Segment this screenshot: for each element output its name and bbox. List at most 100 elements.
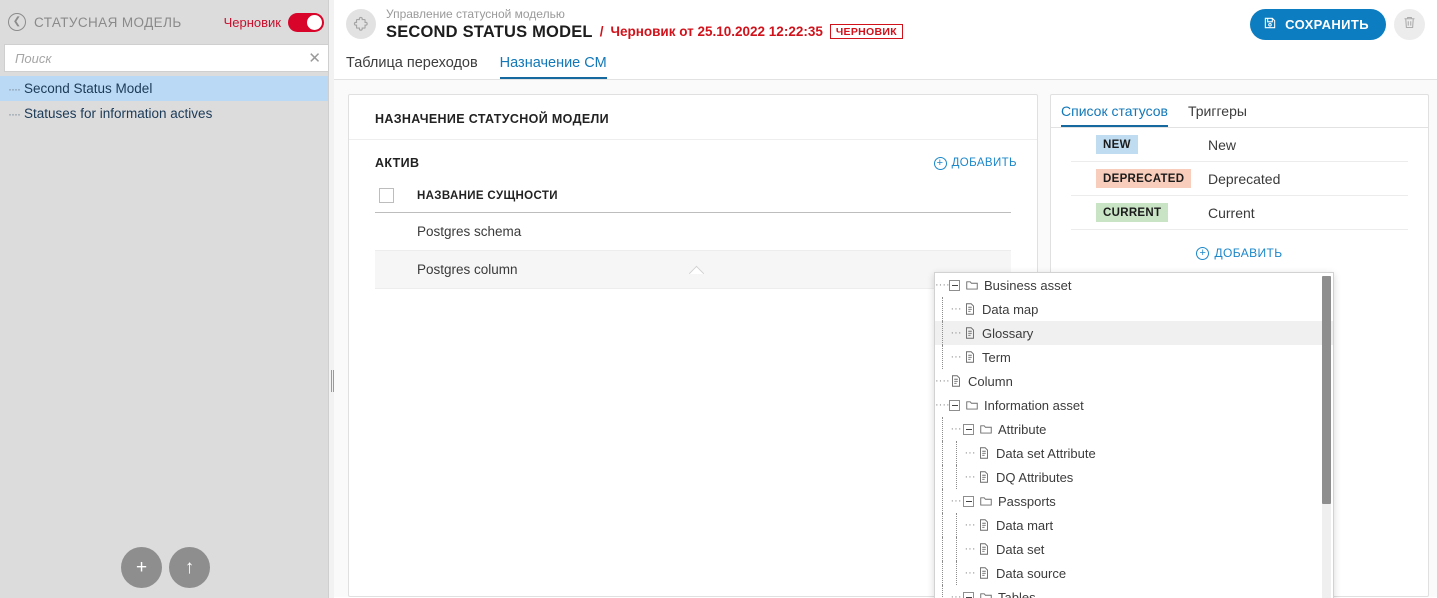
tree-connector: ··· xyxy=(949,352,963,363)
document-icon xyxy=(963,326,977,340)
tree-connector: ··· xyxy=(949,424,963,435)
document-icon xyxy=(977,446,991,460)
tree-scrollbar[interactable] xyxy=(1322,276,1331,598)
tree-node-label: Data set Attribute xyxy=(996,446,1096,461)
folder-icon xyxy=(979,422,993,436)
tree-node[interactable]: ··· Passports xyxy=(935,489,1333,513)
page-title-main: SECOND STATUS MODEL xyxy=(386,22,593,42)
folder-icon xyxy=(979,494,993,508)
sidebar-title: СТАТУСНАЯ МОДЕЛЬ xyxy=(34,15,182,30)
collapse-toggle-icon[interactable] xyxy=(949,280,960,291)
list-item-label: Statuses for information actives xyxy=(24,106,212,121)
save-button[interactable]: СОХРАНИТЬ xyxy=(1250,9,1386,40)
select-all-checkbox[interactable] xyxy=(379,188,394,203)
plus-icon[interactable]: + xyxy=(121,547,162,588)
collapse-toggle-icon[interactable] xyxy=(963,592,974,598)
tree-node[interactable]: ···Data set Attribute xyxy=(935,441,1333,465)
tree-node[interactable]: ····Column xyxy=(935,369,1333,393)
tree-node[interactable]: ···Glossary xyxy=(935,321,1333,345)
statuses-card-tabs: Список статусов Триггеры xyxy=(1051,95,1428,128)
status-badge: NEW xyxy=(1096,135,1138,154)
list-item[interactable]: ···· Statuses for information actives xyxy=(0,101,334,126)
tree-rows-container[interactable]: ····Business asset···Data map···Glossary… xyxy=(935,273,1333,598)
tree-node[interactable]: ···Tables xyxy=(935,585,1333,598)
page-header: Управление статусной моделью SECOND STAT… xyxy=(334,0,1437,48)
tree-node-label: Data set xyxy=(996,542,1044,557)
select-all-cell xyxy=(375,180,417,213)
document-icon xyxy=(963,350,977,364)
delete-button[interactable] xyxy=(1394,9,1425,40)
tree-node[interactable]: ··· Term xyxy=(935,345,1333,369)
tree-connector: ··· xyxy=(949,328,963,339)
search-box[interactable]: ✕ xyxy=(4,44,330,72)
add-status-button[interactable]: + ДОБАВИТЬ xyxy=(1196,246,1282,260)
tab-transitions-table[interactable]: Таблица переходов xyxy=(346,55,478,79)
tree-node-label: Information asset xyxy=(984,398,1084,413)
tree-node[interactable]: ···Data map xyxy=(935,297,1333,321)
tree-dash-icon: ···· xyxy=(8,82,20,96)
tab-sm-assignment[interactable]: Назначение СМ xyxy=(500,55,607,79)
document-icon xyxy=(977,542,991,556)
tree-connector: ··· xyxy=(949,496,963,507)
tree-node[interactable]: ····Business asset xyxy=(935,273,1333,297)
status-row[interactable]: DEPRECATED Deprecated xyxy=(1071,162,1408,196)
collapse-toggle-icon[interactable] xyxy=(963,496,974,507)
folder-icon xyxy=(965,398,979,412)
tree-node-label: Tables xyxy=(998,590,1036,598)
tree-node-label: Term xyxy=(982,350,1011,365)
tree-guide xyxy=(949,465,963,489)
collapse-toggle-icon[interactable] xyxy=(949,400,960,411)
page-title-separator: / xyxy=(600,22,604,42)
status-row[interactable]: CURRENT Current xyxy=(1071,196,1408,230)
tab-triggers[interactable]: Триггеры xyxy=(1188,103,1247,127)
status-badge: ЧЕРНОВИК xyxy=(830,24,903,40)
tree-guide xyxy=(935,585,949,598)
add-asset-button[interactable]: + ДОБАВИТЬ xyxy=(934,157,1017,170)
folder-icon xyxy=(965,278,979,292)
tree-node[interactable]: ···Data mart xyxy=(935,513,1333,537)
tree-guide xyxy=(935,537,949,561)
save-button-label: СОХРАНИТЬ xyxy=(1285,17,1369,32)
status-row[interactable]: NEW New xyxy=(1071,128,1408,162)
tree-connector: ··· xyxy=(963,568,977,579)
tree-node[interactable]: ··· Data set xyxy=(935,537,1333,561)
row-entity-name: Postgres column xyxy=(417,251,1011,289)
folder-icon xyxy=(979,590,993,598)
upload-arrow-icon[interactable]: ↑ xyxy=(169,547,210,588)
tree-node[interactable]: ··· Attribute xyxy=(935,417,1333,441)
tab-status-list[interactable]: Список статусов xyxy=(1061,103,1168,127)
table-row[interactable]: Postgres schema xyxy=(375,213,1011,251)
tree-connector: ···· xyxy=(935,400,949,411)
sidebar-header: ❮ СТАТУСНАЯ МОДЕЛЬ Черновик xyxy=(0,0,334,44)
page-title: SECOND STATUS MODEL / Черновик от 25.10.… xyxy=(386,22,903,42)
draft-toggle-switch[interactable] xyxy=(288,13,324,32)
back-icon[interactable]: ❮ xyxy=(8,13,26,31)
row-select-cell xyxy=(375,213,417,251)
status-name: Current xyxy=(1208,205,1408,221)
assignment-card-title: НАЗНАЧЕНИЕ СТАТУСНОЙ МОДЕЛИ xyxy=(349,95,1037,140)
column-header-entity-name: НАЗВАНИЕ СУЩНОСТИ xyxy=(417,180,1011,213)
tree-node-label: Attribute xyxy=(998,422,1046,437)
close-icon[interactable]: ✕ xyxy=(302,51,321,66)
tree-node[interactable]: ···· Information asset xyxy=(935,393,1333,417)
tree-node[interactable]: ···DQ Attributes xyxy=(935,465,1333,489)
document-icon xyxy=(977,566,991,580)
tree-guide xyxy=(935,345,949,369)
tree-guide xyxy=(949,513,963,537)
list-item[interactable]: ···· Second Status Model xyxy=(0,76,334,101)
tree-node[interactable]: ···Data source xyxy=(935,561,1333,585)
plus-circle-icon: + xyxy=(934,157,947,170)
search-input[interactable] xyxy=(13,46,302,70)
page-title-version: Черновик от 25.10.2022 12:22:35 xyxy=(610,22,822,42)
puzzle-piece-icon xyxy=(346,9,376,39)
tree-node-label: Passports xyxy=(998,494,1056,509)
plus-circle-icon: + xyxy=(1196,247,1209,260)
tree-connector: ··· xyxy=(963,544,977,555)
content-area: НАЗНАЧЕНИЕ СТАТУСНОЙ МОДЕЛИ АКТИВ + ДОБА… xyxy=(334,80,1437,597)
tree-guide xyxy=(935,489,949,513)
tree-guide xyxy=(935,441,949,465)
collapse-toggle-icon[interactable] xyxy=(963,424,974,435)
tree-connector: ··· xyxy=(963,472,977,483)
tree-node-label: Business asset xyxy=(984,278,1071,293)
scrollbar-thumb[interactable] xyxy=(1322,276,1331,504)
